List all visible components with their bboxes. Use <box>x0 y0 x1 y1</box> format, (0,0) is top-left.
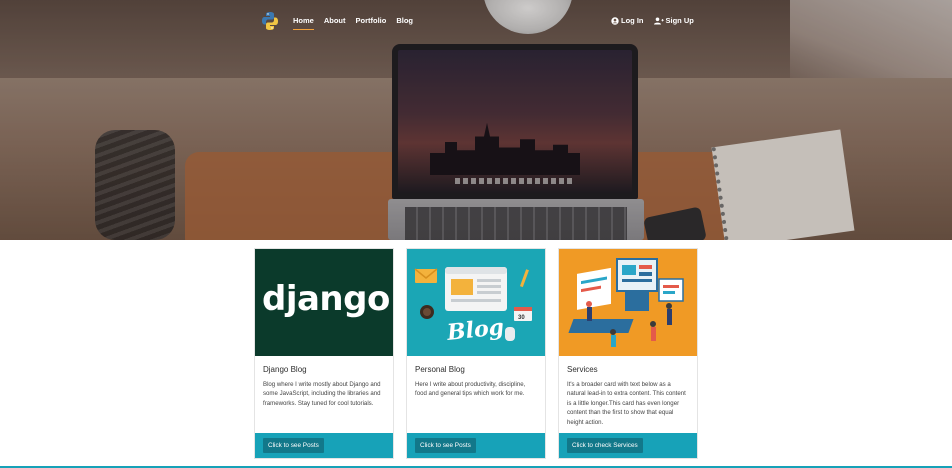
services-illustration-icon <box>568 258 684 347</box>
card-title: Personal Blog <box>415 365 465 374</box>
login-link[interactable]: Log In <box>611 16 644 25</box>
card-title: Services <box>567 365 598 374</box>
card-text: Blog where I write mostly about Django a… <box>263 381 381 407</box>
nav-link-blog[interactable]: Blog <box>396 16 413 25</box>
card-footer: Click to see Posts <box>255 433 393 458</box>
signup-link[interactable]: Sign Up <box>653 16 694 25</box>
python-logo-icon[interactable] <box>262 12 278 30</box>
nav-link-portfolio[interactable]: Portfolio <box>356 16 387 25</box>
django-logo-text: django <box>262 279 390 319</box>
nav-auth: Log In Sign Up <box>611 16 704 25</box>
services-card-image <box>559 249 697 356</box>
card-django-blog: django Django Blog Blog where I write mo… <box>254 248 394 459</box>
card-text: Here I write about productivity, discipl… <box>415 381 526 398</box>
card-footer: Click to check Services <box>559 433 697 458</box>
nav-link-about[interactable]: About <box>324 16 346 25</box>
nav-links: Home About Portfolio Blog <box>293 16 423 30</box>
card-services: Services It's a broader card with text b… <box>558 248 698 459</box>
user-circle-icon <box>611 16 619 25</box>
blog-card-image: 30 Blog <box>407 249 545 356</box>
card-personal-blog: 30 Blog Personal Blog Here I write about… <box>406 248 546 459</box>
user-plus-icon <box>653 17 664 24</box>
django-card-image: django <box>255 249 393 356</box>
card-text: It's a broader card with text below as a… <box>567 381 686 426</box>
login-label: Log In <box>621 16 644 25</box>
card-footer: Click to see Posts <box>407 433 545 458</box>
check-services-button[interactable]: Click to check Services <box>567 438 643 453</box>
hero-banner: Home About Portfolio Blog Log In Sign Up <box>0 0 952 240</box>
card-title: Django Blog <box>263 365 307 374</box>
see-blog-posts-button[interactable]: Click to see Posts <box>415 438 476 453</box>
signup-label: Sign Up <box>665 16 694 25</box>
calendar-number: 30 <box>518 315 525 321</box>
navbar: Home About Portfolio Blog Log In Sign Up <box>0 0 952 42</box>
nav-link-home[interactable]: Home <box>293 16 314 30</box>
see-django-posts-button[interactable]: Click to see Posts <box>263 438 324 453</box>
